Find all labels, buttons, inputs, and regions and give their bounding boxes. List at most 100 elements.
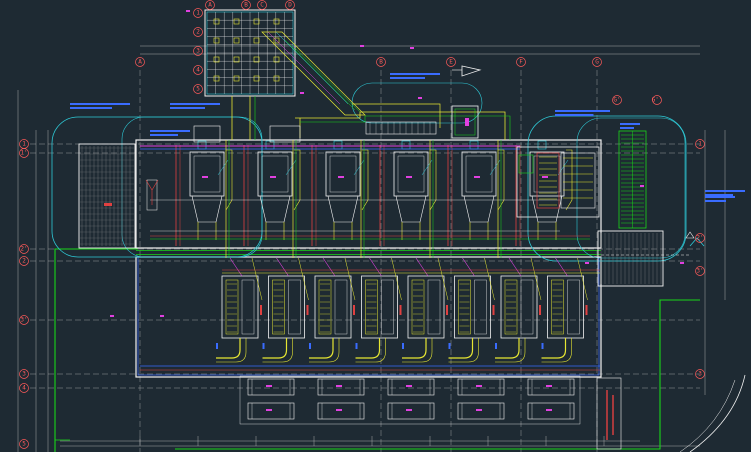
diagonal-riser	[437, 257, 449, 301]
tank-tag	[476, 385, 482, 387]
lower-unit-core	[241, 279, 255, 335]
grid-bubble-inset-row: 1	[193, 8, 203, 18]
grid-bubble-label: 1	[196, 10, 200, 17]
inset-column	[213, 75, 220, 82]
unit-nozzle	[469, 140, 479, 150]
unit-tag	[270, 176, 276, 178]
unit-nozzle	[537, 140, 547, 150]
grid-bubble-label: 2'	[20, 246, 27, 253]
grid-bubble-label: B	[379, 59, 383, 66]
lower-unit	[448, 257, 495, 363]
elbow-pipe	[216, 338, 241, 359]
text-note	[70, 103, 130, 105]
lower-unit-body	[268, 275, 305, 339]
lower-unit-core	[288, 279, 301, 335]
grid-bubble-inset-row: 3	[193, 46, 203, 56]
tank	[247, 378, 295, 396]
tank-tag	[546, 409, 552, 411]
grid-bubble-row-right: 2'	[695, 233, 705, 243]
misc-annotations	[70, 10, 745, 440]
inset-column	[253, 37, 260, 44]
unit-tag	[542, 176, 548, 178]
tank	[317, 378, 365, 396]
annex-right	[597, 230, 664, 287]
upper-unit-inner	[465, 155, 493, 193]
yard-strip	[596, 377, 622, 450]
unit-tag	[338, 176, 344, 178]
text-note	[150, 134, 178, 136]
duct-header	[365, 121, 437, 135]
unit-tag-blue	[495, 343, 497, 349]
lower-unit-core	[381, 279, 394, 335]
mcc-panel	[560, 152, 596, 209]
inset-column	[253, 75, 260, 82]
lower-unit	[216, 257, 263, 363]
text-note	[705, 196, 735, 198]
lower-unit-core	[427, 279, 441, 335]
grid-bubble-row-left: 4	[19, 383, 29, 393]
text-note	[390, 73, 440, 75]
annex-left-label	[104, 203, 112, 206]
grid-bubble-label: 2	[22, 258, 26, 265]
cyan-branch	[421, 159, 433, 176]
grid-bubble-row-left: 2	[19, 256, 29, 266]
lower-unit-body	[454, 275, 491, 339]
upper-unit	[379, 140, 437, 246]
text-note	[390, 77, 425, 79]
inset-column	[253, 18, 260, 25]
grid-bubble-row-left: 1	[19, 139, 29, 149]
unit-tag	[406, 176, 412, 178]
grid-bubble-inset-col: C	[257, 0, 267, 10]
marker	[186, 10, 190, 12]
diagonal-riser	[251, 257, 263, 301]
tank-tag	[266, 409, 272, 411]
tank-tag	[266, 385, 272, 387]
cad-drawing-canvas[interactable]: A B E F G G' G'' 1 1' 2 2' 3 3' 4 5 1 2' 3 3' 1 2 3 4 5 A B C D	[0, 0, 751, 452]
inset-column	[273, 75, 280, 82]
upper-unit-inner	[261, 155, 289, 193]
tank-area	[239, 375, 581, 425]
upper-unit	[447, 140, 505, 246]
yard-text-mark	[612, 395, 614, 435]
grid-bubble-col: A	[135, 57, 145, 67]
unit-tag-blue	[216, 343, 218, 349]
marker	[300, 92, 304, 94]
grid-bubble-inset-row: 4	[193, 65, 203, 75]
grid-bubble-label: 1	[22, 141, 26, 148]
inset-column	[273, 18, 280, 25]
grid-bubble-label: 3	[22, 371, 26, 378]
cyan-branch	[217, 159, 229, 176]
north-arrow-top	[461, 65, 482, 77]
grid-bubble-row-left: 1'	[19, 148, 29, 158]
inset-column	[233, 75, 240, 82]
lower-unit	[495, 257, 542, 363]
tank	[317, 402, 365, 420]
diagonal-riser	[391, 257, 402, 301]
text-note	[555, 110, 610, 112]
grid-bubble-inset-col: B	[241, 0, 251, 10]
unit-tag-blue	[355, 343, 358, 349]
grid-bubble-row-left: 5	[19, 439, 29, 449]
marker	[418, 97, 422, 99]
text-note	[705, 190, 745, 192]
lower-unit-body	[221, 275, 259, 339]
yellow-supply	[293, 149, 301, 211]
diagonal-riser	[298, 257, 309, 301]
site-boundary-arc	[689, 374, 746, 452]
yellow-supply	[361, 149, 369, 211]
grid-bubble-row-right: 3'	[695, 266, 705, 276]
lower-unit	[355, 257, 402, 363]
grid-bubble-label: 3'	[696, 268, 703, 275]
marker	[360, 45, 364, 47]
elbow-pipe	[309, 338, 334, 359]
unit-tag-blue	[262, 343, 265, 349]
text-note	[555, 114, 594, 116]
grid-bubble-col: E	[446, 57, 456, 67]
lower-unit	[402, 257, 449, 363]
text-note	[620, 123, 640, 125]
grid-bubble-label: 3	[196, 48, 200, 55]
text-note	[705, 200, 726, 202]
unit-tag-blue	[541, 343, 544, 349]
upper-unit-inner	[193, 155, 221, 193]
lower-unit-core	[334, 279, 348, 335]
